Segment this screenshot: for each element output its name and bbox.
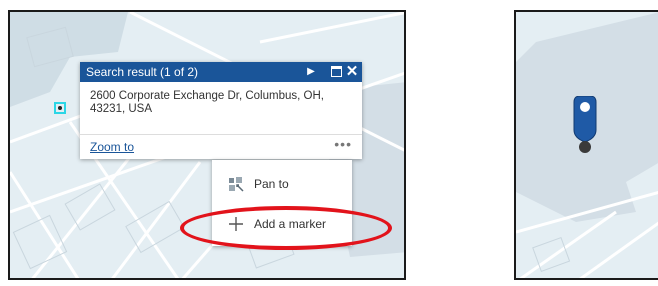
popup-body: 2600 Corporate Exchange Dr, Columbus, OH… bbox=[80, 82, 362, 116]
next-arrow-icon[interactable]: ▶ bbox=[304, 62, 318, 82]
map-view-right[interactable] bbox=[514, 10, 658, 280]
close-icon[interactable]: ✕ bbox=[345, 62, 359, 82]
menu-item-label-pan-to: Pan to bbox=[254, 177, 289, 191]
menu-item-label-add-marker: Add a marker bbox=[254, 217, 327, 231]
context-menu: Pan to Add a marker bbox=[212, 160, 352, 246]
popup-footer: Zoom to ••• bbox=[80, 134, 362, 159]
search-result-popup: Search result (1 of 2) ▶ ✕ 2600 Corporat… bbox=[80, 62, 362, 159]
zoom-to-link[interactable]: Zoom to bbox=[90, 140, 134, 154]
maximize-icon[interactable] bbox=[328, 62, 344, 82]
search-result-marker[interactable] bbox=[54, 102, 66, 114]
pan-icon bbox=[229, 177, 244, 192]
more-options-button[interactable]: ••• bbox=[334, 136, 352, 152]
map-view-left[interactable]: Search result (1 of 2) ▶ ✕ 2600 Corporat… bbox=[8, 10, 406, 280]
marker-dot-icon bbox=[58, 106, 62, 110]
menu-item-add-marker[interactable]: Add a marker bbox=[212, 206, 352, 242]
map-pin-icon[interactable] bbox=[572, 96, 598, 156]
address-line-2: 43231, USA bbox=[90, 103, 153, 115]
address-line-1: 2600 Corporate Exchange Dr, Columbus, OH… bbox=[90, 90, 324, 102]
popup-header: Search result (1 of 2) ▶ ✕ bbox=[80, 62, 362, 82]
menu-item-pan-to[interactable]: Pan to bbox=[212, 166, 352, 202]
plus-icon bbox=[229, 217, 243, 231]
popup-title: Search result (1 of 2) bbox=[86, 65, 199, 79]
